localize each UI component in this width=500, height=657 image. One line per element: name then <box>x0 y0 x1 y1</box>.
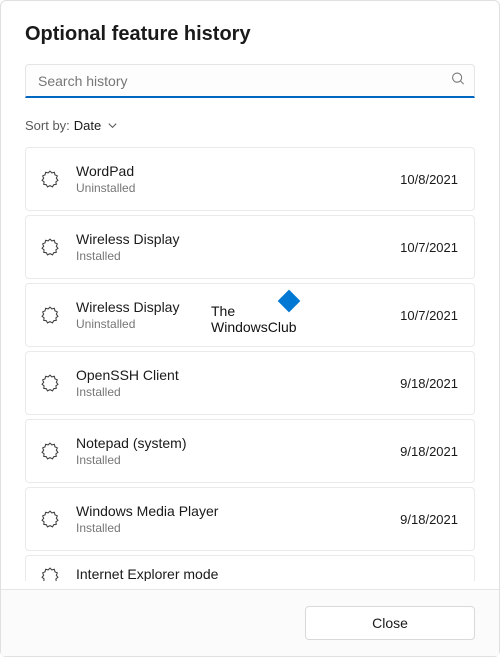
search-icon <box>451 72 465 91</box>
feature-icon <box>40 509 60 529</box>
list-item[interactable]: Wireless Display Uninstalled 10/7/2021 <box>25 283 475 347</box>
feature-status: Uninstalled <box>76 317 384 331</box>
feature-name: Wireless Display <box>76 231 384 247</box>
feature-icon <box>40 373 60 393</box>
feature-name: OpenSSH Client <box>76 367 384 383</box>
search-input[interactable] <box>25 64 475 98</box>
search-field[interactable] <box>25 64 475 98</box>
feature-name: Wireless Display <box>76 299 384 315</box>
feature-history-list: WordPad Uninstalled 10/8/2021 Wireless D… <box>25 147 475 581</box>
feature-status: Uninstalled <box>76 181 384 195</box>
feature-status: Installed <box>76 453 384 467</box>
close-button[interactable]: Close <box>305 606 475 640</box>
feature-date: 10/7/2021 <box>400 240 458 255</box>
list-item[interactable]: WordPad Uninstalled 10/8/2021 <box>25 147 475 211</box>
feature-name: Notepad (system) <box>76 435 384 451</box>
feature-date: 9/18/2021 <box>400 512 458 527</box>
list-item[interactable]: OpenSSH Client Installed 9/18/2021 <box>25 351 475 415</box>
chevron-down-icon <box>107 120 118 131</box>
feature-date: 10/8/2021 <box>400 172 458 187</box>
feature-date: 9/18/2021 <box>400 444 458 459</box>
list-item[interactable]: Wireless Display Installed 10/7/2021 <box>25 215 475 279</box>
sort-label: Sort by: <box>25 118 70 133</box>
list-item[interactable]: Internet Explorer mode <box>25 555 475 581</box>
dialog-footer: Close <box>1 589 499 656</box>
list-item[interactable]: Notepad (system) Installed 9/18/2021 <box>25 419 475 483</box>
feature-date: 10/7/2021 <box>400 308 458 323</box>
feature-status: Installed <box>76 521 384 535</box>
feature-icon <box>40 566 60 581</box>
page-title: Optional feature history <box>25 23 475 46</box>
feature-date: 9/18/2021 <box>400 376 458 391</box>
feature-name: Windows Media Player <box>76 503 384 519</box>
sort-value: Date <box>74 118 101 133</box>
feature-name: WordPad <box>76 163 384 179</box>
sort-by-dropdown[interactable]: Sort by: Date <box>25 118 118 133</box>
feature-icon <box>40 169 60 189</box>
feature-icon <box>40 441 60 461</box>
list-item[interactable]: Windows Media Player Installed 9/18/2021 <box>25 487 475 551</box>
feature-status: Installed <box>76 249 384 263</box>
feature-status: Installed <box>76 385 384 399</box>
feature-icon <box>40 305 60 325</box>
feature-name: Internet Explorer mode <box>76 566 458 581</box>
feature-icon <box>40 237 60 257</box>
